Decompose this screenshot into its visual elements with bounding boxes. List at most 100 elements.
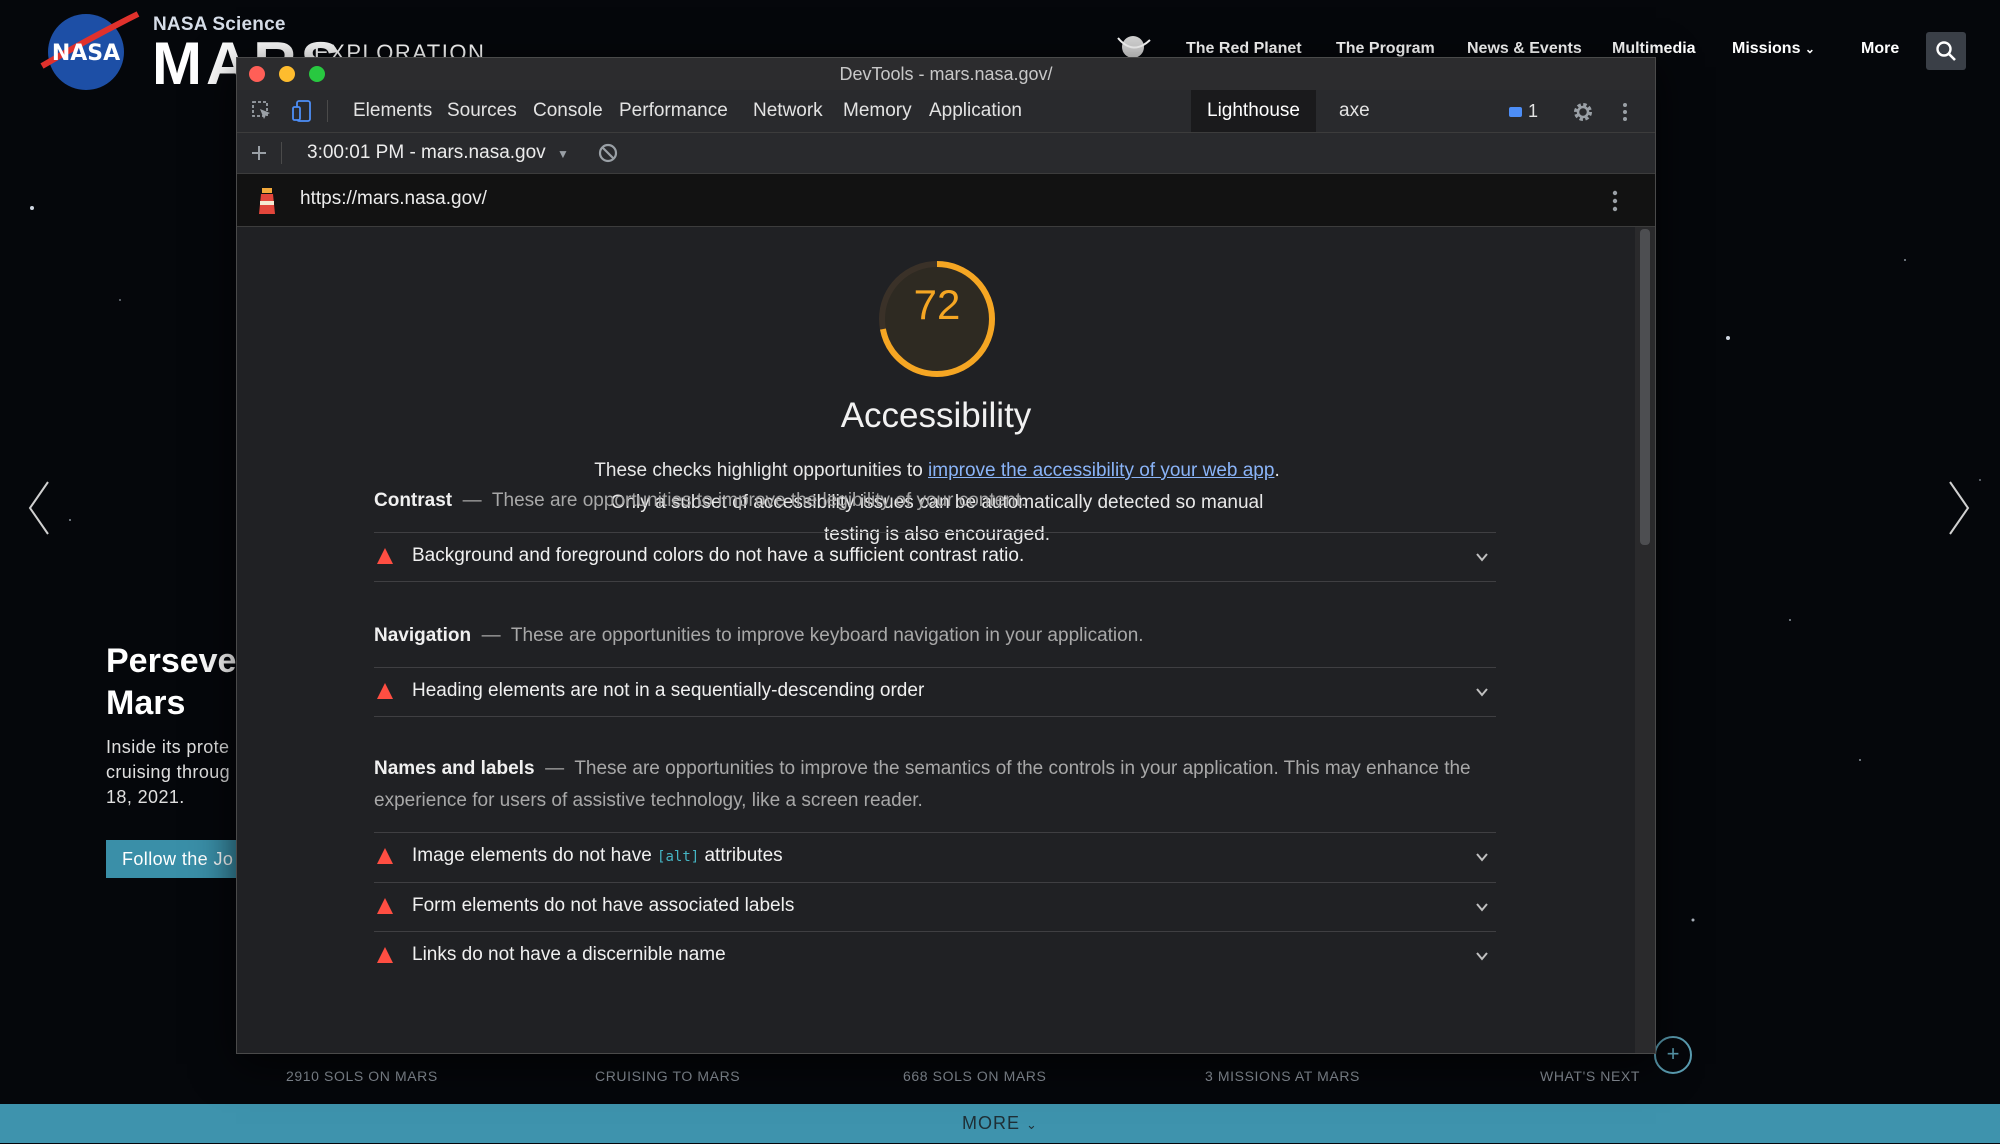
device-toolbar-icon[interactable] [291, 99, 313, 123]
report-url[interactable]: https://mars.nasa.gov/ [300, 188, 487, 210]
carousel-next-icon[interactable] [1944, 478, 1974, 538]
audit-title: Image elements do not have [alt] attribu… [412, 845, 783, 867]
nav-multimedia[interactable]: Multimedia [1612, 40, 1696, 58]
issues-counter[interactable]: 1 [1509, 90, 1538, 132]
more-bar[interactable]: MORE ⌄ [0, 1104, 2000, 1143]
tab-lighthouse[interactable]: Lighthouse [1191, 90, 1316, 132]
fail-triangle-icon [377, 898, 393, 914]
clear-block-icon[interactable] [597, 142, 619, 164]
group-title: Names and labels [374, 758, 535, 779]
plus-icon[interactable] [249, 143, 269, 163]
hero-title-line-1: Perseve [106, 642, 237, 680]
hero-text: Inside its prote cruising throug 18, 202… [106, 735, 230, 810]
devtools-window: DevTools - mars.nasa.gov/ Elements Sourc… [236, 57, 1656, 1054]
lighthouse-report: 72 Accessibility These checks highlight … [237, 227, 1635, 1053]
nav-missions-label: Missions [1732, 40, 1801, 57]
nav-missions[interactable]: Missions ⌄ [1732, 40, 1815, 58]
planet-icon [1117, 36, 1151, 58]
nasa-logo-icon[interactable]: NASA [40, 8, 140, 92]
inspect-element-icon[interactable] [251, 100, 273, 122]
scrollbar-thumb[interactable] [1640, 229, 1650, 545]
more-bar-label: MORE [962, 1113, 1021, 1133]
group-names-labels-header: Names and labels — These are opportuniti… [374, 758, 1471, 811]
hero-text-line-2: cruising throug [106, 762, 231, 782]
description-text-1: These checks highlight opportunities to [594, 460, 929, 481]
category-title: Accessibility [840, 396, 1032, 435]
nav-the-program[interactable]: The Program [1336, 40, 1435, 58]
search-icon [1936, 41, 1956, 61]
tab-axe[interactable]: axe [1325, 90, 1384, 132]
devtools-titlebar[interactable]: DevTools - mars.nasa.gov/ [237, 58, 1655, 91]
group-title: Contrast [374, 490, 453, 511]
group-description: These are opportunities to improve the l… [491, 490, 1027, 511]
stat-caption-2[interactable]: CRUISING TO MARS [595, 1068, 740, 1084]
issues-icon [1509, 107, 1522, 118]
hero-title: Perseve Mars [106, 640, 236, 724]
site-search-button[interactable] [1926, 32, 1966, 70]
group-navigation-header: Navigation — These are opportunities to … [374, 625, 1144, 646]
follow-journey-button[interactable]: Follow the Jo [106, 840, 246, 878]
report-scrollbar[interactable] [1635, 227, 1655, 1053]
report-selector[interactable]: 3:00:01 PM - mars.nasa.gov ▼ [307, 133, 569, 173]
stat-caption-3[interactable]: 668 SOLS ON MARS [903, 1068, 1046, 1084]
chevron-down-icon: ⌄ [1026, 1117, 1038, 1132]
group-title: Navigation [374, 625, 472, 646]
group-description: These are opportunities to improve keybo… [510, 625, 1144, 646]
group-contrast-header: Contrast — These are opportunities to im… [374, 490, 1027, 511]
caret-down-icon: ▼ [556, 147, 569, 161]
carousel-prev-icon[interactable] [24, 478, 54, 538]
svg-text:NASA: NASA [52, 41, 120, 66]
more-options-icon[interactable] [1621, 100, 1629, 124]
chevron-down-icon [1476, 688, 1488, 697]
nav-red-planet[interactable]: The Red Planet [1186, 40, 1302, 58]
fail-triangle-icon [377, 683, 393, 699]
stat-caption-1[interactable]: 2910 SOLS ON MARS [286, 1068, 438, 1084]
issues-count: 1 [1528, 101, 1539, 121]
chevron-down-icon [1476, 952, 1488, 961]
hero-title-line-2: Mars [106, 684, 186, 722]
audit-link-name[interactable]: Links do not have a discernible name [374, 931, 1496, 980]
tab-performance[interactable]: Performance [605, 90, 742, 132]
audit-title: Form elements do not have associated lab… [412, 895, 795, 916]
chevron-down-icon: ⌄ [1804, 42, 1815, 56]
audit-form-labels[interactable]: Form elements do not have associated lab… [374, 882, 1496, 931]
stat-caption-4[interactable]: 3 MISSIONS AT MARS [1205, 1068, 1360, 1084]
tab-network[interactable]: Network [739, 90, 837, 132]
report-url-bar: https://mars.nasa.gov/ [237, 174, 1655, 227]
audit-heading-order[interactable]: Heading elements are not in a sequential… [374, 667, 1496, 717]
devtools-tabbar: Elements Sources Console Performance Net… [237, 90, 1655, 133]
audit-color-contrast[interactable]: Background and foreground colors do not … [374, 532, 1496, 582]
tab-sources[interactable]: Sources [433, 90, 531, 132]
nav-news-events[interactable]: News & Events [1467, 40, 1582, 58]
audit-title: Links do not have a discernible name [412, 944, 726, 965]
audit-image-alt[interactable]: Image elements do not have [alt] attribu… [374, 832, 1496, 881]
nav-more[interactable]: More [1861, 40, 1899, 58]
group-description: These are opportunities to improve the s… [374, 758, 1471, 811]
report-selector-label: 3:00:01 PM - mars.nasa.gov [307, 142, 546, 163]
report-menu-icon[interactable] [1611, 188, 1619, 214]
fail-triangle-icon [377, 548, 393, 564]
score-value: 72 [913, 281, 961, 328]
plus-icon[interactable]: + [1654, 1036, 1692, 1074]
lighthouse-logo-icon [259, 188, 275, 214]
tab-console[interactable]: Console [519, 90, 617, 132]
audit-title-part-2: attributes [699, 845, 783, 866]
tab-elements[interactable]: Elements [339, 90, 446, 132]
toolbar-divider [281, 142, 282, 164]
stat-caption-5[interactable]: WHAT'S NEXT [1540, 1068, 1640, 1084]
gear-icon[interactable] [1571, 100, 1595, 124]
fail-triangle-icon [377, 848, 393, 864]
tabbar-divider [327, 100, 328, 122]
lighthouse-toolbar: 3:00:01 PM - mars.nasa.gov ▼ [237, 133, 1655, 174]
audit-title-part-1: Image elements do not have [412, 845, 658, 866]
chevron-down-icon [1476, 853, 1488, 862]
tab-memory[interactable]: Memory [829, 90, 926, 132]
audit-title: Heading elements are not in a sequential… [412, 680, 925, 701]
window-title: DevTools - mars.nasa.gov/ [839, 64, 1053, 84]
tab-application[interactable]: Application [915, 90, 1036, 132]
alt-code: [alt] [657, 849, 700, 865]
chevron-down-icon [1476, 903, 1488, 912]
chevron-down-icon [1476, 553, 1488, 562]
fail-triangle-icon [377, 947, 393, 963]
accessibility-docs-link[interactable]: improve the accessibility of your web ap… [928, 460, 1274, 481]
